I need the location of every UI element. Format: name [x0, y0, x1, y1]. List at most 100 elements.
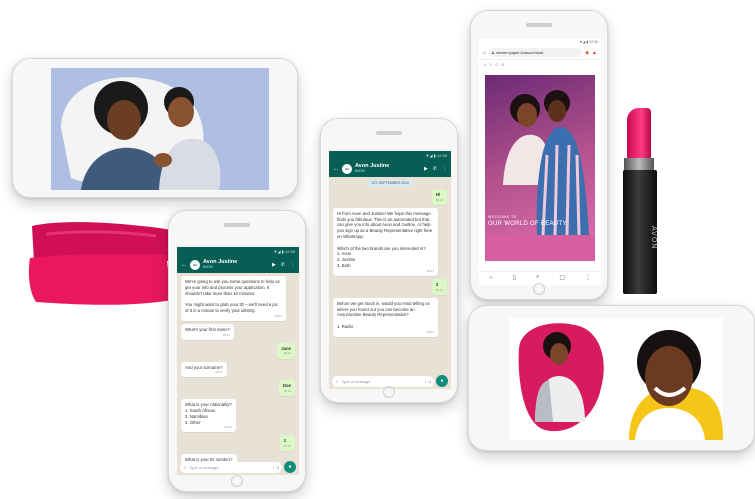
- phone-screen-women: [509, 318, 723, 440]
- two-women-illustration: [503, 90, 589, 235]
- warning-icon[interactable]: ▲: [592, 50, 597, 56]
- browser-toolbar: ⌂ 🔒︎ viewer.ipaper.io/avon/most ◆ ▲: [479, 46, 601, 60]
- message-text: Hi: [435, 192, 441, 197]
- mic-button[interactable]: ●: [284, 461, 296, 473]
- message-time: 09:11: [283, 444, 291, 449]
- message-time: 09:11: [274, 313, 282, 318]
- phone-whatsapp-chat-application: ▼◢ ▮ 12:30 ← AV Avon Justine AVON ▶ ✆ ⋮ …: [168, 210, 306, 492]
- caption-large: OUR WORLD OF BEAUTY: [488, 221, 567, 227]
- url-text: viewer.ipaper.io/avon/most: [496, 50, 544, 55]
- brochure-cover-image: [485, 75, 595, 235]
- avatar[interactable]: AV: [190, 259, 200, 270]
- back-arrow-icon[interactable]: ←: [181, 262, 187, 268]
- attach-icon[interactable]: ⌇: [425, 379, 427, 384]
- avatar[interactable]: AV: [342, 163, 352, 174]
- message-text: 3: [435, 281, 439, 287]
- message-text: Jane: [281, 345, 291, 351]
- message-input[interactable]: ☺ Type a message ⌇ ◘: [332, 375, 434, 387]
- mic-button[interactable]: ●: [436, 375, 448, 387]
- message-time: 09:11: [426, 329, 434, 334]
- browser-screen: ▼◢ ▮ 12:30 ⌂ 🔒︎ viewer.ipaper.io/avon/mo…: [479, 39, 601, 285]
- phone-speaker: [376, 131, 402, 135]
- date-separator: 1ST SEPTEMBER 2019: [367, 180, 413, 186]
- chat-message: Jane 09:11: [277, 342, 295, 359]
- message-text: We're going to ask you some questions to…: [185, 279, 280, 313]
- landscape-phone-women-photo: [468, 305, 755, 451]
- message-list: We're going to ask you some questions to…: [177, 273, 299, 473]
- contact-subtitle: AVON: [355, 168, 365, 173]
- message-time: 09:11: [426, 268, 434, 273]
- chat-title[interactable]: Avon Justine AVON: [203, 259, 267, 269]
- message-time: 09:11: [224, 425, 232, 430]
- home-button: [231, 475, 243, 487]
- message-time: 09:11: [283, 351, 291, 356]
- composer-placeholder: Type a message: [189, 464, 219, 470]
- home-button: [533, 283, 545, 295]
- message-text: 1: [283, 438, 287, 444]
- home-icon[interactable]: ⌂: [489, 275, 493, 281]
- chat-message: Before we get stuck in, would you mind t…: [333, 297, 438, 337]
- shield-icon[interactable]: ◆: [585, 50, 589, 56]
- attach-icon[interactable]: ⌇: [273, 465, 275, 470]
- message-text: What is your nationality? 1. South Afric…: [185, 402, 232, 425]
- phone-speaker: [526, 23, 552, 27]
- menu-dots-icon[interactable]: ⋮: [442, 166, 447, 172]
- browser-bottom-nav: ⌂ ▯ ⌕ ▢ ⋮: [479, 271, 601, 283]
- message-text: Before we get stuck in, would you mind t…: [337, 300, 430, 329]
- status-bar: ▼◢ ▮ 12:30: [329, 151, 451, 160]
- chat-message: And your surname? 09:11: [181, 361, 227, 378]
- message-time: 09:11: [215, 370, 223, 375]
- menu-dots-icon[interactable]: ⋮: [585, 274, 591, 281]
- chat-title[interactable]: Avon Justine AVON: [355, 163, 419, 173]
- emoji-icon[interactable]: ☺: [335, 379, 339, 384]
- camera-icon[interactable]: ◘: [277, 465, 279, 470]
- message-time: 09:11: [435, 197, 443, 202]
- message-list: 1ST SEPTEMBER 2019 Hi 09:11 Hi from Avon a…: [329, 177, 451, 340]
- camera-icon[interactable]: ◘: [429, 379, 431, 384]
- url-bar[interactable]: 🔒︎ viewer.ipaper.io/avon/most: [489, 48, 583, 57]
- caption-small: WELCOME TO: [488, 215, 517, 219]
- message-time: 09:11: [222, 332, 230, 337]
- phone-call-icon[interactable]: ✆: [433, 166, 437, 172]
- chat-message: We're going to ask you some questions to…: [181, 276, 286, 321]
- lipstick-brand: AVON: [650, 226, 657, 250]
- home-button: [383, 386, 395, 398]
- chat-message: What is your nationality? 1. South Afric…: [181, 399, 236, 433]
- phone-screen-family: [51, 68, 269, 190]
- mother-baby-illustration: [51, 68, 269, 190]
- message-input[interactable]: ☺ Type a message ⌇ ◘: [180, 461, 282, 473]
- video-call-icon[interactable]: ▶: [272, 262, 276, 268]
- message-text: Doe: [282, 383, 291, 389]
- brochure-caption: WELCOME TO OUR WORLD OF BEAUTY: [485, 215, 595, 261]
- message-text: Hi from Avon and Justine! We hope this m…: [337, 210, 433, 269]
- video-call-icon[interactable]: ▶: [424, 166, 428, 172]
- menu-dots-icon[interactable]: ⋮: [290, 262, 295, 268]
- tabs-icon[interactable]: ▢: [559, 274, 565, 281]
- landscape-phone-family-photo: [12, 58, 298, 198]
- chat-message: Doe 09:11: [278, 380, 295, 397]
- search-icon[interactable]: ⌕: [536, 274, 539, 281]
- chat-message: Hi from Avon and Justine! We hope this m…: [333, 207, 438, 276]
- back-arrow-icon[interactable]: ←: [333, 166, 339, 172]
- emoji-icon[interactable]: ☺: [183, 465, 187, 470]
- chat-header: ← AV Avon Justine AVON ▶ ✆ ⋮: [329, 160, 451, 177]
- phone-whatsapp-chat-welcome: ▼◢ ▮ 12:30 ← AV Avon Justine AVON ▶ ✆ ⋮ …: [320, 118, 458, 403]
- whatsapp-screen: ▼◢ ▮ 12:30 ← AV Avon Justine AVON ▶ ✆ ⋮ …: [329, 151, 451, 389]
- chat-message: 3 09:11: [431, 278, 447, 295]
- home-icon[interactable]: ⌂: [483, 50, 486, 56]
- message-time: 09:11: [435, 287, 443, 292]
- bookmark-icon[interactable]: ▯: [513, 274, 516, 281]
- women-illustration: [509, 318, 723, 440]
- whatsapp-screen: ▼◢ ▮ 12:30 ← AV Avon Justine AVON ▶ ✆ ⋮ …: [177, 247, 299, 475]
- composer-placeholder: Type a message: [341, 378, 371, 384]
- message-composer: ☺ Type a message ⌇ ◘ ●: [177, 459, 299, 475]
- message-time: 09:11: [283, 389, 291, 394]
- lipstick-smear: [28, 222, 174, 305]
- contact-subtitle: AVON: [203, 264, 213, 269]
- status-bar: ▼◢ ▮ 12:30: [177, 247, 299, 256]
- phone-call-icon[interactable]: ✆: [281, 262, 285, 268]
- chat-message: Hi 09:11: [431, 189, 447, 205]
- message-text: And your surname?: [185, 364, 223, 370]
- phone-browser-brochure: ▼◢ ▮ 12:30 ⌂ 🔒︎ viewer.ipaper.io/avon/mo…: [470, 10, 608, 300]
- chat-message: 1 09:11: [279, 435, 295, 452]
